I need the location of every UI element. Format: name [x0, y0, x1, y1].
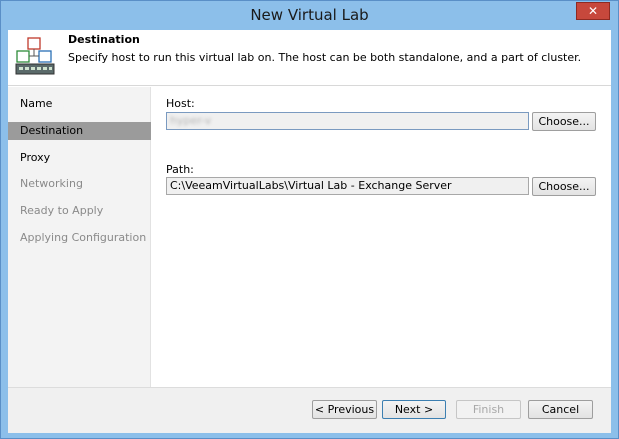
step-title: Destination	[68, 33, 140, 46]
wizard-content: Host: hyper-v Choose... Path: C:\VeeamVi…	[152, 87, 611, 387]
path-field[interactable]: C:\VeeamVirtualLabs\Virtual Lab - Exchan…	[166, 177, 529, 195]
close-button[interactable]: ✕	[576, 2, 610, 20]
step-networking: Networking	[20, 177, 83, 190]
host-field[interactable]: hyper-v	[166, 112, 529, 130]
next-button[interactable]: Next >	[382, 400, 446, 419]
virtual-lab-icon	[15, 37, 55, 75]
step-applying-configuration: Applying Configuration	[20, 231, 147, 244]
path-label: Path:	[166, 163, 194, 176]
wizard-header: Destination Specify host to run this vir…	[8, 30, 611, 86]
step-ready-to-apply: Ready to Apply	[20, 204, 104, 217]
host-choose-button[interactable]: Choose...	[532, 112, 596, 131]
window-title: New Virtual Lab	[250, 6, 369, 24]
title-bar[interactable]: New Virtual Lab ✕	[1, 1, 618, 29]
finish-button: Finish	[456, 400, 521, 419]
step-name[interactable]: Name	[8, 95, 151, 113]
host-label: Host:	[166, 97, 195, 110]
close-icon: ✕	[587, 4, 599, 18]
path-choose-button[interactable]: Choose...	[532, 177, 596, 196]
step-description: Specify host to run this virtual lab on.…	[68, 51, 582, 64]
step-proxy[interactable]: Proxy	[8, 149, 151, 167]
cancel-button[interactable]: Cancel	[528, 400, 593, 419]
host-value: hyper-v	[170, 114, 212, 127]
wizard-window: New Virtual Lab ✕ Destination Specify ho…	[0, 0, 619, 439]
step-destination[interactable]: Destination	[8, 122, 151, 140]
wizard-footer: < Previous Next > Finish Cancel	[8, 387, 611, 433]
wizard-client-area: Destination Specify host to run this vir…	[8, 30, 611, 433]
wizard-steps-sidebar: Name Destination Proxy Networking Ready …	[8, 87, 151, 387]
previous-button[interactable]: < Previous	[312, 400, 377, 419]
